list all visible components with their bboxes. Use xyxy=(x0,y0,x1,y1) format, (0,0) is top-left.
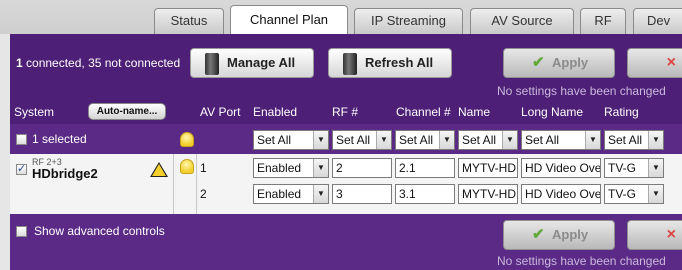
rating-select[interactable]: TV-G ▼ xyxy=(604,184,664,204)
footer-apply-button[interactable]: ✔ Apply xyxy=(503,220,615,250)
device-table: RF 2+3 HDbridge2 ! 1 Enabled▼ 2 2.1 MYTV… xyxy=(10,154,682,214)
column-header-row: System Auto-name... AV Port Enabled RF #… xyxy=(10,100,682,124)
chevron-down-icon: ▼ xyxy=(502,131,517,149)
name-input[interactable]: MYTV-HD xyxy=(458,184,518,204)
tab-ip-streaming[interactable]: IP Streaming xyxy=(354,8,463,34)
column-channel: Channel # xyxy=(396,105,451,119)
connection-summary: 1 connected, 35 not connected xyxy=(16,56,181,70)
name-set-all-select[interactable]: Set All ▼ xyxy=(458,130,518,150)
device-name: HDbridge2 xyxy=(32,166,98,181)
apply-button[interactable]: ✔ Apply xyxy=(503,48,615,78)
tab-bar: Status Channel Plan IP Streaming AV Sour… xyxy=(0,0,682,35)
column-rf: RF # xyxy=(332,105,359,119)
warning-icon[interactable]: ! xyxy=(150,162,168,177)
lightbulb-icon[interactable] xyxy=(180,132,194,147)
enabled-set-all-select[interactable]: Set All ▼ xyxy=(253,130,329,150)
bulk-set-row: 1 selected Set All ▼ Set All ▼ Set All ▼ Se… xyxy=(10,124,682,154)
tab-rf[interactable]: RF xyxy=(580,8,626,34)
chevron-down-icon: ▼ xyxy=(313,131,328,149)
manage-all-button[interactable]: Manage All xyxy=(190,48,314,78)
channel-set-all-select[interactable]: Set All ▼ xyxy=(395,130,455,150)
enabled-select[interactable]: Enabled ▼ xyxy=(253,184,329,204)
column-divider xyxy=(196,154,197,214)
chevron-down-icon: ▼ xyxy=(439,131,454,149)
av-port: 2 xyxy=(200,187,207,201)
rf-input[interactable]: 3 xyxy=(332,184,392,204)
chevron-down-icon: ▼ xyxy=(313,159,328,177)
enabled-select[interactable]: Enabled ▼ xyxy=(253,158,329,178)
refresh-all-button[interactable]: Refresh All xyxy=(328,48,452,78)
chevron-down-icon: ▼ xyxy=(313,185,328,203)
close-icon: × xyxy=(666,54,676,71)
column-rating: Rating xyxy=(604,105,639,119)
check-icon: ✔ xyxy=(532,226,545,243)
toolbar: 1 connected, 35 not connected Manage All… xyxy=(10,34,682,100)
chevron-down-icon: ▼ xyxy=(376,131,391,149)
channel-plan-panel: 1 connected, 35 not connected Manage All… xyxy=(10,34,682,270)
footer-cancel-button[interactable]: × xyxy=(627,220,682,250)
column-name: Name xyxy=(458,105,491,119)
long-name-set-all-select[interactable]: Set All ▼ xyxy=(521,130,601,150)
tab-dev[interactable]: Dev xyxy=(633,8,682,34)
column-system: System xyxy=(14,105,55,119)
device-checkbox[interactable] xyxy=(16,162,27,175)
chevron-down-icon: ▼ xyxy=(648,185,663,203)
footer-status-note: No settings have been changed xyxy=(497,254,666,268)
lightbulb-icon[interactable] xyxy=(180,159,194,174)
tab-channel-plan[interactable]: Channel Plan xyxy=(230,5,348,35)
auto-name-button[interactable]: Auto-name... xyxy=(88,103,166,120)
footer-bar: Show advanced controls ✔ Apply × No sett… xyxy=(10,214,682,270)
tab-status[interactable]: Status xyxy=(154,8,224,34)
device-icon xyxy=(205,53,219,75)
column-enabled: Enabled xyxy=(253,105,298,119)
rf-set-all-select[interactable]: Set All ▼ xyxy=(332,130,392,150)
chevron-down-icon: ▼ xyxy=(585,131,600,149)
chevron-down-icon: ▼ xyxy=(648,131,663,149)
chevron-down-icon: ▼ xyxy=(648,159,663,177)
channel-input[interactable]: 2.1 xyxy=(395,158,455,178)
tab-av-source[interactable]: AV Source xyxy=(470,8,574,34)
status-note: No settings have been changed xyxy=(497,84,666,98)
advanced-controls-checkbox[interactable] xyxy=(16,226,27,237)
channel-input[interactable]: 3.1 xyxy=(395,184,455,204)
column-long-name: Long Name xyxy=(521,105,584,119)
close-icon: × xyxy=(666,226,676,243)
cancel-button[interactable]: × xyxy=(627,48,682,78)
select-all-checkbox[interactable] xyxy=(16,134,27,145)
column-av-port: AV Port xyxy=(200,105,241,119)
selected-count: 1 selected xyxy=(32,132,87,146)
check-icon: ✔ xyxy=(532,54,545,71)
av-port: 1 xyxy=(200,161,207,175)
advanced-controls-label: Show advanced controls xyxy=(34,224,165,238)
rating-select[interactable]: TV-G ▼ xyxy=(604,158,664,178)
long-name-input[interactable]: HD Video Ove xyxy=(521,158,601,178)
name-input[interactable]: MYTV-HD xyxy=(458,158,518,178)
rating-set-all-select[interactable]: Set All ▼ xyxy=(604,130,664,150)
rf-input[interactable]: 2 xyxy=(332,158,392,178)
long-name-input[interactable]: HD Video Ove xyxy=(521,184,601,204)
device-icon xyxy=(343,53,357,75)
column-divider xyxy=(173,154,174,214)
